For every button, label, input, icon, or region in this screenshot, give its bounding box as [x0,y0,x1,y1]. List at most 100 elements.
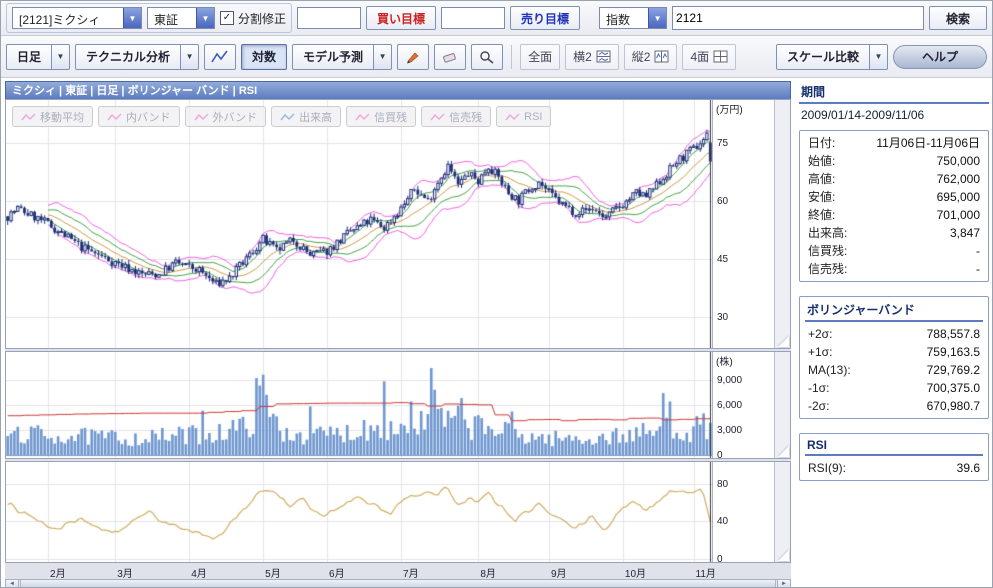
legend-toggle-信買残[interactable]: 信買残 [346,106,416,127]
app-window: [2121]ミクシィ ▼ 東証 ▼ ✓ 分割修正 買い目標 売り目標 指数 ▼ … [0,0,993,588]
buy-target-button[interactable]: 買い目標 [366,6,436,30]
scale-compare-button[interactable]: スケール比較 [776,44,870,70]
eraser-button[interactable] [434,44,466,70]
axis-tick-label: 6,000 [717,400,742,411]
rsi-row-label: RSI(9): [808,460,846,476]
legend-toggle-内バンド[interactable]: 内バンド [98,106,180,127]
bollinger-row: -2σ:670,980.7 [800,397,988,415]
volume-chart-canvas[interactable] [6,352,712,458]
rsi-axis: 80400 [713,462,774,562]
chevron-down-icon[interactable]: ▼ [648,8,666,28]
axis-tick-label: 30 [717,312,728,323]
quote-box: 日付:11月06日-11月06日始値:750,000高値:762,000安値:6… [799,130,989,282]
resize-grip-icon[interactable] [778,446,789,457]
vertical-split-icon [654,50,669,63]
timeframe-button[interactable]: 日足 [6,44,52,70]
toolbar-chart-row: 日足 ▼ テクニカル分析 ▼ 対数 モデル予測 ▼ 全面 横2 [1,36,992,78]
layout-quad-button[interactable]: 4面 [682,44,736,70]
timeframe-dropdown-arrow-icon[interactable]: ▼ [52,44,70,70]
chart-type-button[interactable] [204,44,236,70]
legend-label: 内バンド [126,109,171,125]
quote-row-label: 信売残: [808,261,847,277]
bollinger-row-value: 729,769.2 [927,362,980,378]
chart-column: ミクシィ | 東証 | 日足 | ボリンジャー バンド | RSI 移動平均内バ… [5,81,791,587]
quote-row: 終値:701,000 [800,206,988,224]
bollinger-row-label: MA(13): [808,362,851,378]
search-button[interactable]: 検索 [929,6,987,30]
rsi-panel-scroll-strip[interactable] [774,462,790,562]
symbol-select[interactable]: [2121]ミクシィ ▼ [12,7,142,29]
quote-row: 出来高:3,847 [800,224,988,242]
sell-target-button[interactable]: 売り目標 [510,6,580,30]
legend-toggle-信売残[interactable]: 信売残 [421,106,491,127]
model-forecast-button[interactable]: モデル予測 [292,44,374,70]
scale-compare-select[interactable]: スケール比較 ▼ [776,44,888,70]
volume-chart-panel: (株) 9,0006,0003,0000 [5,351,791,459]
price-panel-scroll-strip[interactable] [774,100,790,348]
bollinger-row-label: +1σ: [808,344,832,360]
help-button[interactable]: ヘルプ [893,45,987,69]
scroll-thumb[interactable] [20,580,776,588]
volume-panel-scroll-strip[interactable] [774,352,790,458]
timeframe-select[interactable]: 日足 ▼ [6,44,70,70]
zoom-button[interactable] [471,44,503,70]
month-label: 6月 [329,565,345,580]
legend-toggle-出来高[interactable]: 出来高 [271,106,341,127]
model-forecast-select[interactable]: モデル予測 ▼ [292,44,392,70]
legend-toggle-RSI[interactable]: RSI [496,106,551,127]
scroll-right-arrow-icon[interactable]: ► [777,580,790,588]
chevron-down-icon[interactable]: ▼ [196,8,214,28]
rsi-plot-area[interactable] [6,462,713,562]
rsi-box: RSI RSI(9):39.6 [799,433,989,481]
main-area: ミクシィ | 東証 | 日足 | ボリンジャー バンド | RSI 移動平均内バ… [1,78,992,587]
axis-tick-label: 60 [717,196,728,207]
scale-dropdown-arrow-icon[interactable]: ▼ [870,44,888,70]
axis-tick-label: 3,000 [717,425,742,436]
horizontal-scrollbar[interactable]: ◄ ► [5,579,791,588]
market-select[interactable]: 東証 ▼ [147,7,215,29]
symbol-code-input[interactable] [672,6,924,30]
resize-grip-icon[interactable] [778,550,789,561]
quote-row: 始値:750,000 [800,152,988,170]
volume-plot-area[interactable] [6,352,713,458]
draw-pen-button[interactable] [397,44,429,70]
price-chart-canvas[interactable] [6,100,712,348]
chevron-down-icon[interactable]: ▼ [123,8,141,28]
scroll-left-arrow-icon[interactable]: ◄ [6,580,19,588]
technical-analysis-button[interactable]: テクニカル分析 [75,44,181,70]
price-plot-area[interactable]: 移動平均 内バンド外バンド出来高信買残信売残RSI [6,100,713,348]
quote-row-value: 762,000 [937,171,980,187]
month-label: 8月 [480,565,496,580]
sell-target-input[interactable] [441,7,505,29]
layout-vertical2-button[interactable]: 縦2 [624,44,678,70]
technical-analysis-select[interactable]: テクニカル分析 ▼ [75,44,199,70]
index-select[interactable]: 指数 ▼ [599,7,667,29]
log-scale-button[interactable]: 対数 [241,44,287,70]
quote-row-label: 日付: [808,135,835,151]
quote-row-value: - [976,243,980,259]
quote-row: 日付:11月06日-11月06日 [800,134,988,152]
layout-horizontal2-button[interactable]: 横2 [565,44,619,70]
model-dropdown-arrow-icon[interactable]: ▼ [374,44,392,70]
buy-target-input[interactable] [297,7,361,29]
month-label: 5月 [265,565,281,580]
quad-split-icon [713,50,728,63]
bollinger-row-value: 788,557.8 [927,326,980,342]
time-axis: 2月3月4月5月6月7月8月9月10月11月 [6,565,712,578]
checkbox-checked-icon: ✓ [220,11,234,25]
legend-toggle-外バンド[interactable]: 外バンド [185,106,267,127]
resize-grip-icon[interactable] [778,336,789,347]
layout-full-button[interactable]: 全面 [520,44,560,70]
bollinger-row-value: 700,375.0 [927,380,980,396]
period-title: 期間 [799,81,989,104]
rsi-row: RSI(9):39.6 [800,459,988,477]
split-adjust-checkbox[interactable]: ✓ 分割修正 [220,10,286,27]
horizontal-split-icon [596,50,611,63]
legend-line-icon [21,112,36,122]
technical-dropdown-arrow-icon[interactable]: ▼ [181,44,199,70]
month-label: 7月 [403,565,419,580]
quote-row-value: 695,000 [937,189,980,205]
rsi-chart-canvas[interactable] [6,462,712,562]
legend-toggle-移動平均[interactable]: 移動平均 [12,106,93,127]
bollinger-title: ボリンジャーバンド [805,300,983,322]
